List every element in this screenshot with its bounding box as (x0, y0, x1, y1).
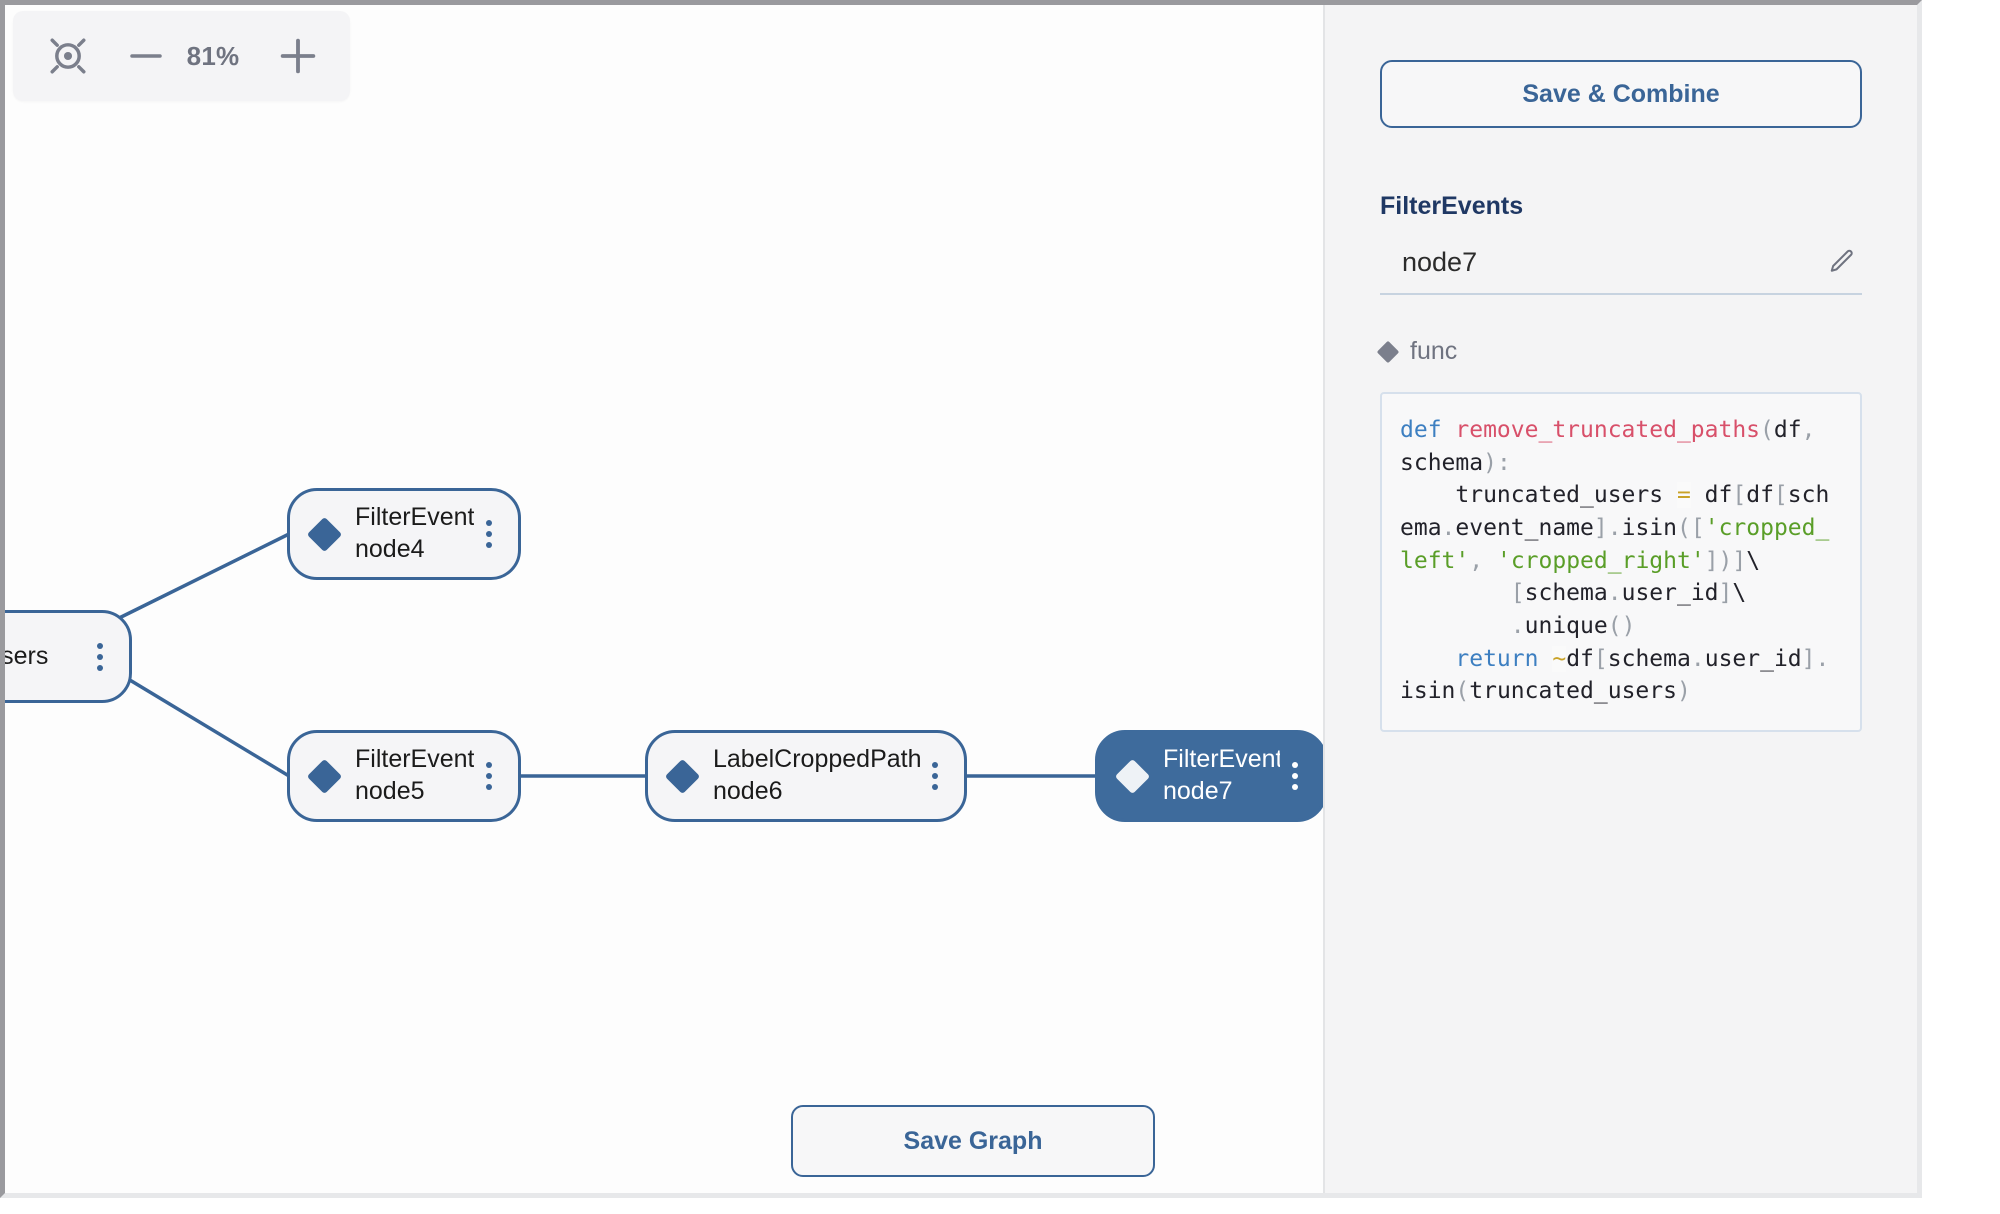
zoom-out-button[interactable] (115, 23, 177, 89)
code-token: \ (1732, 580, 1747, 607)
code-token: schema (1524, 580, 1608, 607)
func-code-block[interactable]: def remove_truncated_paths(df, schema): … (1380, 392, 1862, 732)
code-token: [ (1593, 645, 1608, 672)
code-token: () (1607, 612, 1636, 639)
kebab-menu-icon[interactable] (920, 756, 950, 796)
zoom-level-label: 81% (186, 40, 240, 71)
code-token: df (1773, 417, 1802, 443)
code-token: . (1607, 514, 1622, 541)
node-type-label: FilterEvents (355, 745, 474, 774)
code-token: . (1815, 645, 1830, 672)
code-token: \ (1746, 547, 1761, 574)
panel-node-type-title: FilterEvents (1380, 192, 1524, 220)
code-token: isin (1621, 514, 1677, 541)
graph-node-node4[interactable]: FilterEvents node4 (287, 488, 521, 580)
code-token: ( (1760, 417, 1774, 443)
node-type-diamond-icon (1114, 758, 1151, 794)
node-labels: wUsers (5, 641, 85, 673)
func-section-label: func (1410, 337, 1458, 365)
graph-node-clipped[interactable]: wUsers (5, 610, 132, 703)
node-labels: FilterEvents node7 (1163, 744, 1280, 808)
code-token: . (1690, 645, 1705, 672)
kebab-menu-icon[interactable] (85, 637, 115, 677)
code-token: schema (1607, 645, 1691, 672)
code-token: , (1801, 417, 1816, 443)
code-token: ] (1593, 514, 1608, 541)
node-labels: FilterEvents node4 (355, 502, 474, 566)
node-name-value[interactable]: node7 (1402, 247, 1824, 278)
code-token: [ (1732, 482, 1747, 509)
code-token: ) (1483, 449, 1497, 476)
node-labels: FilterEvents node5 (355, 744, 474, 808)
code-token: [ (1773, 482, 1788, 509)
node-type-label: FilterEvents (355, 503, 474, 532)
diamond-icon (1376, 340, 1400, 363)
node-clipped-label: wUsers (5, 641, 49, 670)
code-token: remove_truncated_paths (1455, 417, 1761, 443)
code-token: return (1455, 645, 1539, 672)
code-token: ) (1676, 678, 1691, 705)
graph-node-node5[interactable]: FilterEvents node5 (287, 730, 521, 822)
node-id-label: node6 (713, 777, 783, 805)
graph-node-node6[interactable]: LabelCroppedPaths node6 (645, 730, 967, 822)
code-token: ] (1801, 645, 1816, 672)
code-token: ( (1677, 514, 1691, 541)
zoom-in-button[interactable] (267, 23, 329, 89)
node-type-diamond-icon (306, 758, 343, 794)
code-token: . (1510, 612, 1525, 639)
code-token: df (1746, 482, 1774, 509)
code-token: 'cropped_right' (1496, 547, 1705, 574)
node-labels: LabelCroppedPaths node6 (713, 744, 920, 808)
node-id-label: node5 (355, 777, 425, 805)
node-name-field-row[interactable]: node7 (1380, 245, 1862, 295)
code-token: [ (1510, 580, 1525, 607)
code-token: df (1566, 645, 1594, 672)
node-details-panel: Save & Combine FilterEvents node7 func d… (1323, 5, 1917, 1193)
code-token: user_id (1621, 580, 1719, 607)
code-token: def (1400, 417, 1456, 443)
node-type-diamond-icon (306, 516, 343, 552)
node-type-label: FilterEvents (1163, 745, 1280, 774)
code-token: truncated_users (1455, 482, 1664, 509)
save-graph-button[interactable]: Save Graph (791, 1105, 1155, 1177)
code-token: df (1690, 482, 1733, 509)
node-type-diamond-icon (664, 758, 701, 794)
code-token: . (1441, 514, 1456, 541)
code-token: = (1676, 482, 1691, 509)
code-token: ( (1455, 678, 1470, 705)
code-token: ])] (1704, 547, 1747, 574)
save-and-combine-button[interactable]: Save & Combine (1380, 60, 1862, 128)
code-token: unique (1524, 612, 1608, 639)
code-token: : (1496, 449, 1511, 476)
code-token: ] (1718, 580, 1733, 607)
graph-edges (104, 532, 1095, 778)
zoom-toolbar: 81% (13, 11, 350, 101)
code-token: . (1607, 580, 1622, 607)
code-token: , (1469, 547, 1484, 574)
graph-canvas[interactable]: wUsers FilterEvents node4 FilterEvents n… (5, 5, 1323, 1193)
node-id-label: node7 (1163, 777, 1233, 805)
fit-view-target-icon[interactable] (35, 23, 101, 89)
code-token: event_name (1455, 514, 1594, 541)
code-token: [ (1690, 514, 1705, 541)
node-id-label: node4 (355, 535, 425, 563)
code-token: user_id (1704, 645, 1802, 672)
code-token: truncated_users (1469, 678, 1677, 705)
code-token: ~ (1552, 645, 1567, 672)
kebab-menu-icon[interactable] (474, 514, 504, 554)
kebab-menu-icon[interactable] (1280, 756, 1310, 796)
node-type-label: LabelCroppedPaths (713, 745, 920, 774)
app-window: wUsers FilterEvents node4 FilterEvents n… (0, 0, 1922, 1198)
graph-node-node7[interactable]: FilterEvents node7 (1095, 730, 1323, 822)
kebab-menu-icon[interactable] (474, 756, 504, 796)
func-section-header: func (1376, 337, 1862, 366)
pencil-icon[interactable] (1824, 245, 1858, 279)
code-token: isin (1400, 678, 1456, 705)
